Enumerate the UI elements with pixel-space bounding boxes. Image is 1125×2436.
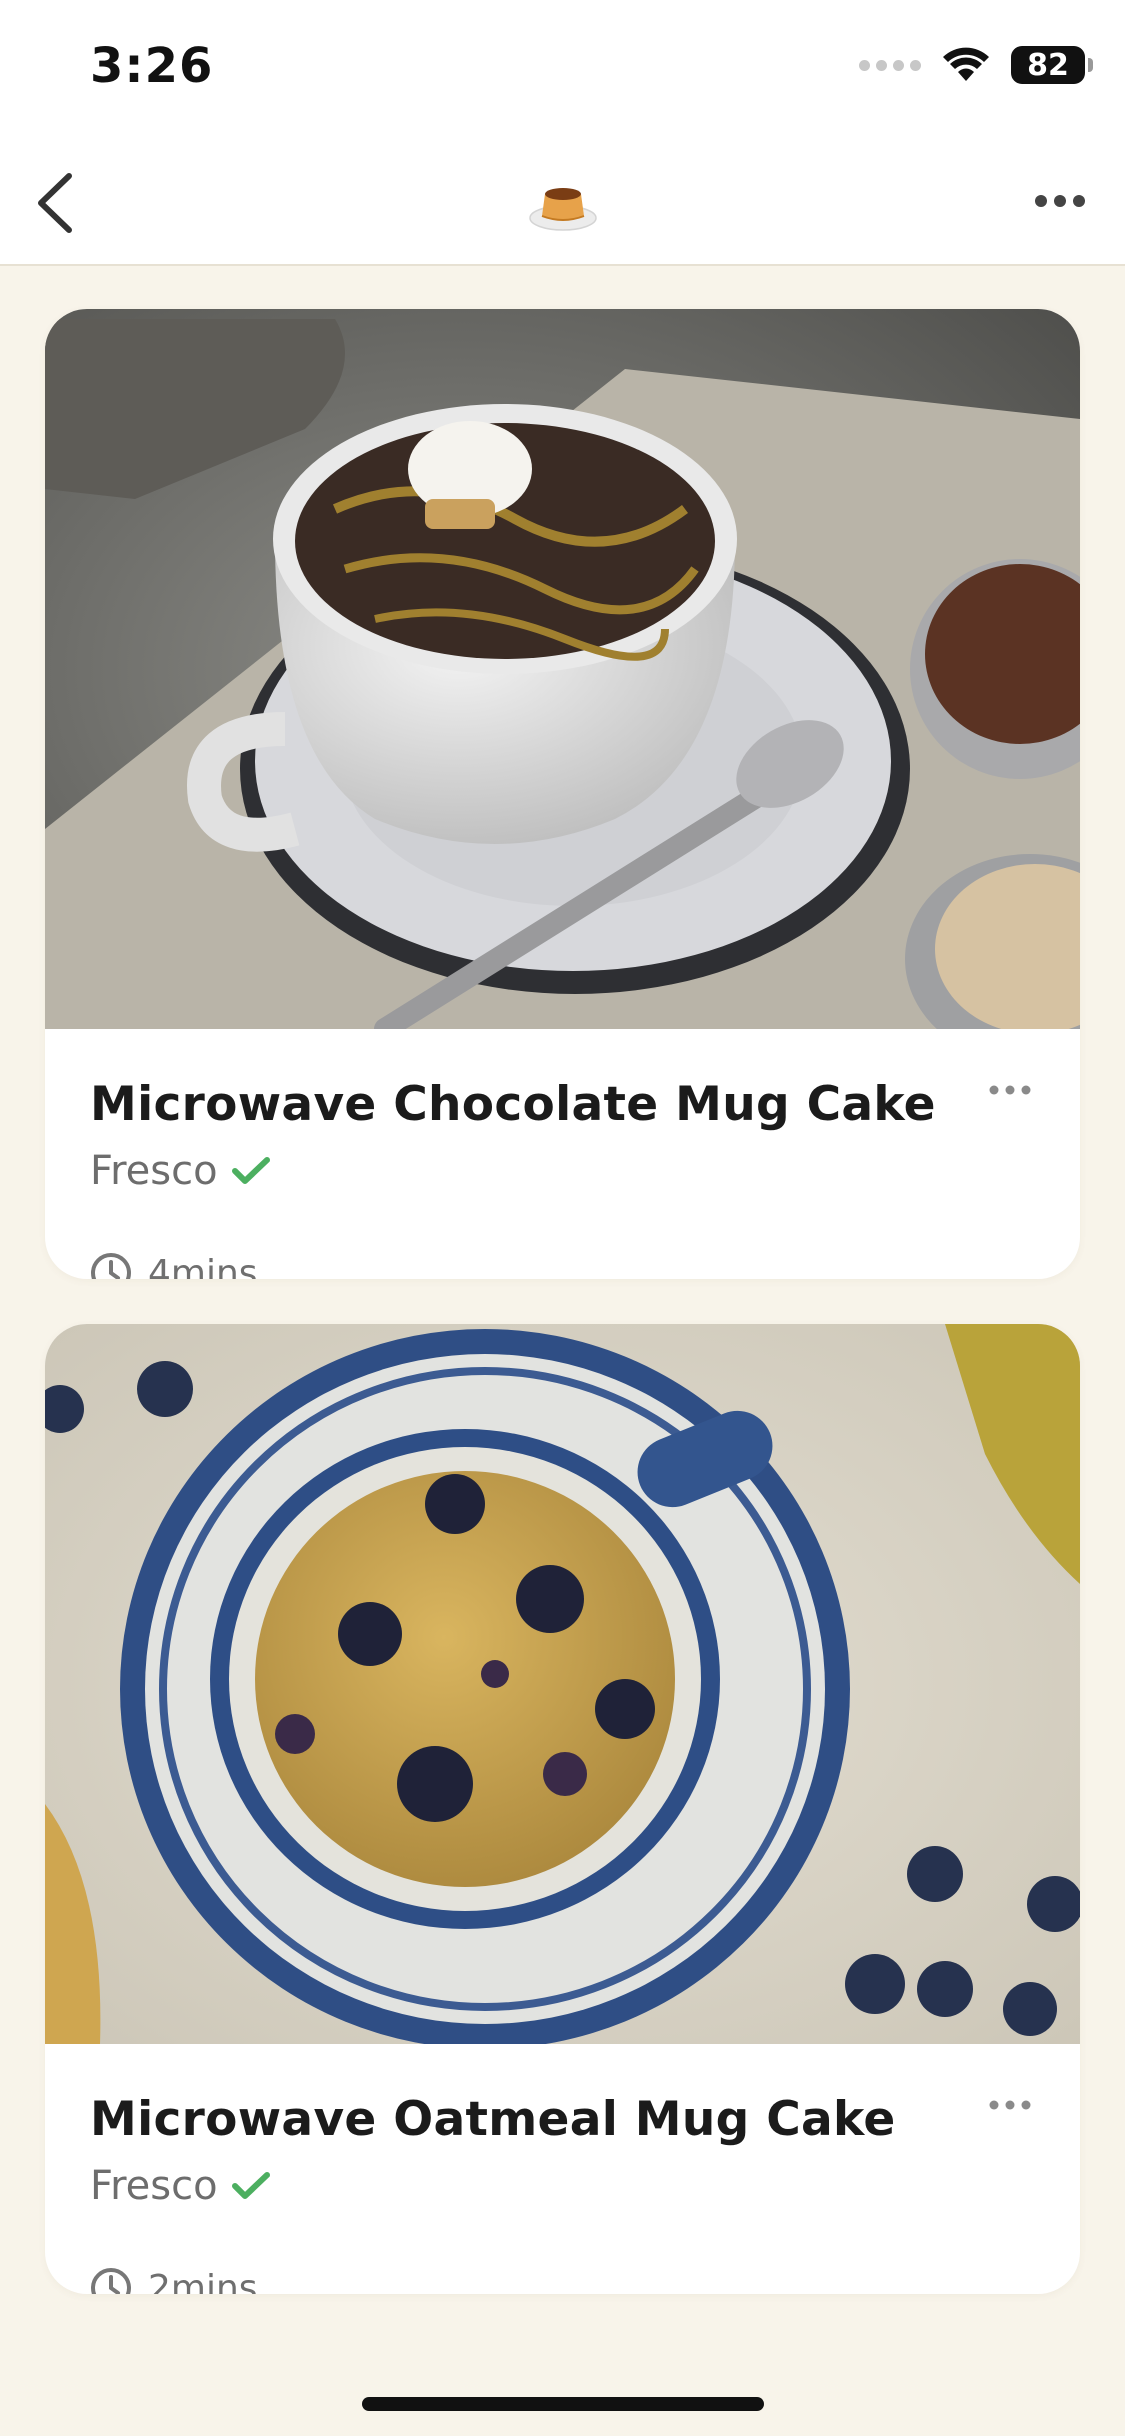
more-horizontal-icon <box>989 2100 1031 2110</box>
verified-check-icon <box>231 1157 270 1184</box>
recipe-title[interactable]: Microwave Chocolate Mug Cake <box>90 1077 1035 1132</box>
pudding-logo-icon <box>528 172 598 234</box>
more-horizontal-icon <box>1035 195 1085 207</box>
recipe-title[interactable]: Microwave Oatmeal Mug Cake <box>90 2092 1035 2147</box>
home-indicator[interactable] <box>362 2397 764 2411</box>
clock-icon <box>91 2268 131 2294</box>
cellular-signal-icon <box>859 59 921 71</box>
recipe-source: Fresco <box>90 2163 1035 2209</box>
status-icons: 82 <box>859 46 1093 84</box>
battery-level: 82 <box>1027 47 1069 83</box>
back-button[interactable] <box>20 168 90 238</box>
recipe-feed: Microwave Chocolate Mug Cake Fresco 4min… <box>45 309 1080 2339</box>
source-name: Fresco <box>90 2163 218 2209</box>
wifi-icon <box>943 47 989 81</box>
recipe-duration: 4mins <box>148 1252 258 1280</box>
recipe-time: 4mins <box>90 1252 1035 1279</box>
recipe-time: 2mins <box>90 2267 1035 2294</box>
chevron-left-icon <box>38 173 72 233</box>
card-more-button[interactable] <box>985 1075 1035 1105</box>
status-bar: 3:26 82 <box>0 0 1125 140</box>
nav-bar <box>0 140 1125 266</box>
recipe-card[interactable]: Microwave Chocolate Mug Cake Fresco 4min… <box>45 309 1080 1279</box>
source-name: Fresco <box>90 1148 218 1194</box>
more-horizontal-icon <box>989 1085 1031 1095</box>
recipe-card-body: Microwave Oatmeal Mug Cake Fresco 2mins <box>45 2044 1080 2294</box>
chocolate-mug-cake-photo[interactable] <box>45 309 1080 1029</box>
verified-check-icon <box>231 2172 270 2199</box>
card-more-button[interactable] <box>985 2090 1035 2120</box>
status-time: 3:26 <box>90 38 214 94</box>
recipe-card[interactable]: Microwave Oatmeal Mug Cake Fresco 2mins <box>45 1324 1080 2294</box>
battery-indicator: 82 <box>1011 46 1093 84</box>
recipe-duration: 2mins <box>148 2267 258 2295</box>
oatmeal-mug-cake-photo[interactable] <box>45 1324 1080 2044</box>
recipe-source: Fresco <box>90 1148 1035 1194</box>
recipe-card-body: Microwave Chocolate Mug Cake Fresco 4min… <box>45 1029 1080 1279</box>
more-options-button[interactable] <box>1025 176 1095 226</box>
clock-icon <box>91 1253 131 1279</box>
